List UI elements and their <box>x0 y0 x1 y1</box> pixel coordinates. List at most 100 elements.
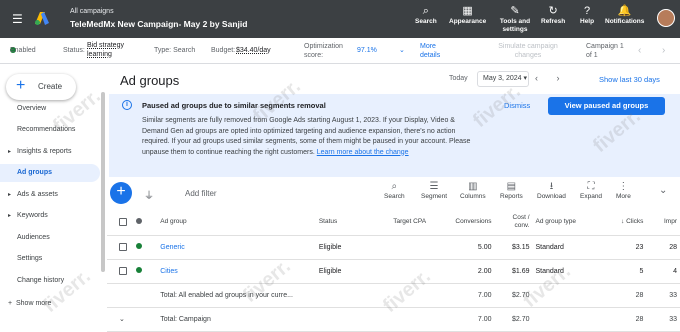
total-row: Total: All enabled ad groups in your cur… <box>107 283 680 308</box>
total-label: Total: Campaign <box>157 307 435 332</box>
campaign-status-bar: Enabled Status: Bid strategy learning Ty… <box>0 38 680 64</box>
col-clicks[interactable]: ↓ Clicks <box>604 209 647 236</box>
col-ad-group-type[interactable]: Ad group type <box>532 209 604 236</box>
select-all-checkbox[interactable] <box>107 209 133 236</box>
cost-conv-cell: $3.15 <box>494 235 533 260</box>
sidebar-item-change-history[interactable]: Change history <box>0 272 100 290</box>
budget-value[interactable]: $34.40/day <box>236 47 271 54</box>
expand-total-icon[interactable]: ⌄ <box>107 307 133 332</box>
tools-settings-button[interactable]: ✎ Tools and settings <box>498 5 532 34</box>
table-row[interactable]: Cities Eligible 2.00 $1.69 Standard 5 4 <box>107 259 680 284</box>
target-cpa-cell <box>385 235 435 260</box>
campaign-title[interactable]: TeleMedMx New Campaign- May 2 by Sanjid <box>70 19 247 29</box>
impr-cell: 28 <box>646 235 680 260</box>
ad-group-name[interactable]: Cities <box>157 259 316 284</box>
reports-button[interactable]: ▤ Reports <box>500 181 523 200</box>
col-target-cpa[interactable]: Target CPA <box>385 209 435 236</box>
date-nav-arrows[interactable]: ‹ › <box>535 73 568 83</box>
add-filter-input[interactable]: Add filter <box>185 189 217 198</box>
sidebar-item-ads-assets[interactable]: ▸ Ads & assets <box>0 186 100 204</box>
breadcrumb[interactable]: All campaigns <box>70 8 114 15</box>
page-title: Ad groups <box>120 73 180 88</box>
table-header-row: Ad group Status Target CPA Conversions C… <box>107 209 680 236</box>
help-button[interactable]: ? Help <box>580 5 594 26</box>
total-conversions: 7.00 <box>434 307 495 332</box>
top-bar: ☰ All campaigns TeleMedMx New Campaign- … <box>0 0 680 38</box>
view-paused-ad-groups-button[interactable]: View paused ad groups <box>548 97 665 115</box>
col-ad-group[interactable]: Ad group <box>157 209 316 236</box>
total-label: Total: All enabled ad groups in your cur… <box>157 283 435 308</box>
plus-icon: + <box>16 77 26 94</box>
sidebar-item-overview[interactable]: Overview <box>0 100 100 118</box>
campaign-type: Type: Search <box>154 47 196 54</box>
today-label: Today <box>449 75 468 82</box>
download-button[interactable]: ⭳ Download <box>537 181 566 200</box>
status-value[interactable]: Bid strategy learning <box>87 41 147 59</box>
total-clicks: 28 <box>604 307 647 332</box>
sidebar-scrollbar[interactable] <box>101 92 105 272</box>
download-icon: ⭳ <box>549 181 554 192</box>
add-ad-group-button[interactable]: + <box>110 182 132 204</box>
status-dot <box>132 259 158 284</box>
sidebar-item-recommendations[interactable]: Recommendations <box>0 121 100 139</box>
status-label: Status: <box>63 47 85 54</box>
dismiss-button[interactable]: Dismiss <box>504 101 530 110</box>
col-impr[interactable]: Impr <box>646 209 680 236</box>
help-icon: ? <box>583 5 591 17</box>
sidebar-item-keywords[interactable]: ▸ Keywords <box>0 207 100 225</box>
total-cost-conv: $2.70 <box>494 307 533 332</box>
columns-button[interactable]: ▥ Columns <box>460 181 486 200</box>
appearance-icon: ▦ <box>462 5 473 17</box>
search-icon: ⌕ <box>391 181 398 192</box>
header-search-button[interactable]: ⌕ Search <box>415 5 437 26</box>
sidebar-item-settings[interactable]: Settings <box>0 250 100 268</box>
row-checkbox[interactable] <box>107 235 133 260</box>
type-cell: Standard <box>532 259 604 284</box>
page-header: Ad groups Today May 3, 2024 ▾ ‹ › Show l… <box>107 64 680 94</box>
caret-down-icon: ▾ <box>523 75 527 82</box>
show-more-button[interactable]: + Show more <box>8 300 51 307</box>
google-ads-logo[interactable] <box>34 10 50 26</box>
date-range-link[interactable]: Show last 30 days <box>599 75 660 84</box>
table-toolbar: + ⏚ Add filter ⌕ Search ☰ Segment ▥ Columns… <box>107 177 680 209</box>
prev-campaign-icon[interactable]: ‹ <box>638 45 641 56</box>
date-picker[interactable]: May 3, 2024 ▾ <box>477 71 529 87</box>
segment-button[interactable]: ☰ Segment <box>421 181 447 200</box>
status-dot-header <box>132 209 158 236</box>
table-search-button[interactable]: ⌕ Search <box>384 181 405 200</box>
refresh-icon: ↻ <box>548 5 558 17</box>
col-cost-conv[interactable]: Cost / conv. <box>494 209 533 236</box>
expand-button[interactable]: ⛶ Expand <box>580 181 602 200</box>
sidebar-item-insights[interactable]: ▸ Insights & reports <box>0 143 100 161</box>
notifications-icon: 🔔 <box>617 5 632 17</box>
refresh-button[interactable]: ↻ Refresh <box>541 5 565 26</box>
menu-icon[interactable]: ☰ <box>12 12 23 26</box>
next-campaign-icon[interactable]: › <box>662 45 665 56</box>
conversions-cell: 2.00 <box>434 259 495 284</box>
more-details-link[interactable]: More details <box>420 42 452 60</box>
more-button[interactable]: ⋮ More <box>616 181 631 200</box>
table-row[interactable]: Generic Eligible 5.00 $3.15 Standard 23 … <box>107 235 680 260</box>
conversions-cell: 5.00 <box>434 235 495 260</box>
total-clicks: 28 <box>604 283 647 308</box>
row-checkbox[interactable] <box>107 259 133 284</box>
sidebar-item-audiences[interactable]: Audiences <box>0 229 100 247</box>
notifications-button[interactable]: 🔔 Notifications <box>605 5 644 26</box>
status-cell: Eligible <box>315 235 386 260</box>
avatar[interactable] <box>657 9 675 27</box>
ad-group-name[interactable]: Generic <box>157 235 316 260</box>
learn-more-link[interactable]: Learn more about the change <box>317 149 409 156</box>
col-status[interactable]: Status <box>315 209 386 236</box>
chevron-down-icon[interactable]: ⌄ <box>399 46 405 54</box>
filter-icon[interactable]: ⏚ <box>144 187 154 202</box>
create-button[interactable]: + Create <box>6 74 76 100</box>
info-icon: i <box>122 100 132 110</box>
optimization-value[interactable]: 97.1% <box>357 47 377 54</box>
collapse-icon[interactable]: ⌄ <box>659 185 667 196</box>
col-conversions[interactable]: Conversions <box>434 209 495 236</box>
total-conversions: 7.00 <box>434 283 495 308</box>
total-impr: 33 <box>646 307 680 332</box>
sidebar-item-ad-groups[interactable]: Ad groups <box>0 164 100 182</box>
simulate-changes-button[interactable]: Simulate campaign changes <box>493 42 563 60</box>
appearance-button[interactable]: ▦ Appearance <box>449 5 486 26</box>
